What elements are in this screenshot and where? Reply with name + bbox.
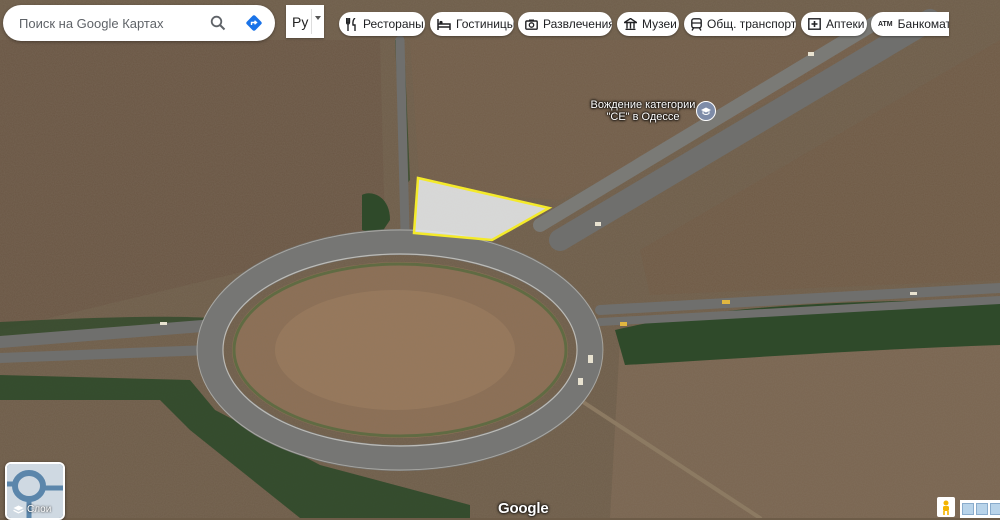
language-selector[interactable]: Ру <box>286 5 324 38</box>
poi-label: Вождение категории "CE" в Одессе <box>590 99 696 123</box>
chip-label: Музеи <box>642 17 677 31</box>
thumbnail[interactable] <box>990 503 1000 515</box>
atm-icon: ATM <box>878 20 893 28</box>
school-icon <box>696 101 716 121</box>
chip-atms[interactable]: ATM Банкоматы <box>871 12 949 36</box>
search-input[interactable]: Поиск на Google Картах <box>19 16 203 31</box>
chip-pharmacies[interactable]: Аптеки <box>801 12 867 36</box>
pegman-icon[interactable] <box>937 497 955 517</box>
chip-label: Гостиницы <box>456 17 514 31</box>
layers-button[interactable]: Слои <box>5 462 65 520</box>
chip-label: Рестораны <box>363 17 424 31</box>
fork-knife-icon <box>346 17 358 31</box>
chip-hotels[interactable]: Гостиницы <box>430 12 514 36</box>
chip-label: Аптеки <box>826 17 865 31</box>
layers-icon <box>13 505 24 513</box>
layers-label: Слои <box>27 504 52 515</box>
museum-icon <box>624 17 637 31</box>
imagery-thumbnails[interactable] <box>960 500 1000 518</box>
language-code: Ру <box>292 13 309 30</box>
chip-restaurants[interactable]: Рестораны <box>339 12 425 36</box>
chevron-down-icon <box>315 16 321 20</box>
bed-icon <box>437 17 451 31</box>
thumbnail[interactable] <box>976 503 988 515</box>
poi-marker[interactable]: Вождение категории "CE" в Одессе <box>584 99 724 123</box>
chip-entertainment[interactable]: Развлечения <box>518 12 612 36</box>
satellite-map[interactable] <box>0 0 1000 518</box>
camera-icon <box>525 17 538 31</box>
chip-label: Общ. транспорт <box>707 17 796 31</box>
divider <box>311 9 312 34</box>
search-icon[interactable] <box>203 8 233 38</box>
thumbnail[interactable] <box>962 503 974 515</box>
google-logo: Google <box>498 500 549 517</box>
chip-label: Развлечения <box>543 17 612 31</box>
directions-icon[interactable] <box>239 8 269 38</box>
pharmacy-icon <box>808 17 821 31</box>
train-icon <box>691 17 702 31</box>
chip-label: Банкоматы <box>897 17 949 31</box>
chip-museums[interactable]: Музеи <box>617 12 679 36</box>
chip-transit[interactable]: Общ. транспорт <box>684 12 796 36</box>
search-box[interactable]: Поиск на Google Картах <box>3 5 275 41</box>
